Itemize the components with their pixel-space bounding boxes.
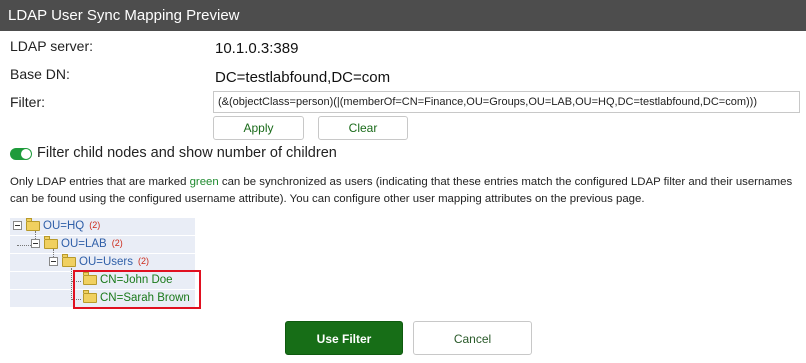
- ldap-server-label: LDAP server:: [10, 38, 93, 54]
- collapse-icon[interactable]: [13, 221, 22, 231]
- description-text: Only LDAP entries that are marked green …: [10, 174, 800, 208]
- tree-node-label[interactable]: OU=Users: [79, 256, 133, 268]
- cancel-button[interactable]: Cancel: [413, 321, 532, 355]
- filter-input[interactable]: (&(objectClass=person)(|(memberOf=CN=Fin…: [213, 91, 800, 113]
- tree-connector: [17, 245, 31, 246]
- folder-icon: [62, 253, 76, 267]
- ldap-server-value: 10.1.0.3:389: [215, 40, 299, 57]
- child-count: (2): [89, 220, 101, 230]
- folder-icon: [44, 235, 58, 249]
- apply-button[interactable]: Apply: [213, 116, 304, 140]
- use-filter-button[interactable]: Use Filter: [285, 321, 403, 355]
- tree-node-users[interactable]: OU=Users (2): [49, 253, 149, 271]
- tree-node-label[interactable]: OU=LAB: [61, 238, 107, 250]
- description-green-word: green: [189, 176, 219, 188]
- filter-child-nodes-toggle[interactable]: [10, 148, 32, 160]
- dialog-title: LDAP User Sync Mapping Preview: [0, 0, 806, 31]
- collapse-icon[interactable]: [31, 239, 40, 249]
- collapse-icon[interactable]: [49, 257, 58, 267]
- base-dn-value: DC=testlabfound,DC=com: [215, 69, 391, 86]
- tree-node-lab[interactable]: OU=LAB (2): [31, 235, 123, 253]
- tree-node-hq[interactable]: OU=HQ (2): [13, 217, 101, 235]
- toggle-knob: [21, 149, 31, 159]
- matched-users-highlight: [73, 270, 201, 309]
- tree-connector: [71, 268, 72, 300]
- base-dn-label: Base DN:: [10, 66, 70, 82]
- clear-button[interactable]: Clear: [318, 116, 408, 140]
- description-part1: Only LDAP entries that are marked: [10, 176, 190, 188]
- folder-icon: [26, 217, 40, 231]
- toggle-label: Filter child nodes and show number of ch…: [37, 145, 337, 161]
- tree-node-label[interactable]: OU=HQ: [43, 220, 84, 232]
- child-count: (2): [111, 238, 123, 248]
- filter-label: Filter:: [10, 94, 45, 110]
- child-count: (2): [138, 256, 149, 266]
